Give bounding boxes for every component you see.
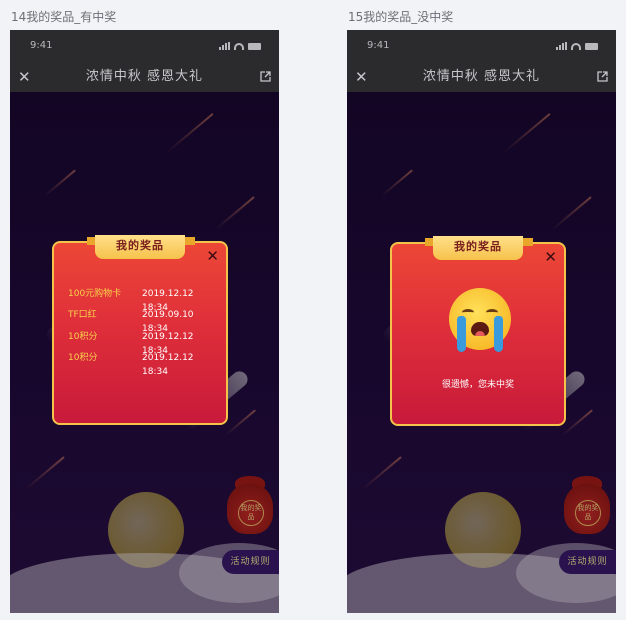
modal-title-ribbon: 我的奖品 [95,235,185,259]
status-time: 9:41 [367,40,390,51]
no-prize-message: 很遗憾，您未中奖 [441,380,514,390]
modal-close-icon[interactable]: ✕ [206,248,219,264]
phone-screen-won: 9:41 ✕ 浓情中秋 感恩大礼 我的奖品 活动规则 我的奖品 ✕ 100元购物… [10,30,279,613]
prize-name: TF口红 [68,310,97,320]
wifi-icon [234,43,244,50]
no-prize-modal: 我的奖品 ✕ 很遗憾，您未中奖 [390,236,566,426]
battery-icon [248,43,261,50]
modal-title: 我的奖品 [454,240,502,253]
nav-bar: ✕ 浓情中秋 感恩大礼 [10,62,279,92]
prize-row: TF口红 2019.09.10 18:34 [68,308,218,334]
share-icon[interactable] [597,71,608,82]
modal-title-ribbon: 我的奖品 [433,236,523,260]
prize-name: 10积分 [68,353,98,363]
wifi-icon [571,43,581,50]
prize-date: 2019.12.12 18:34 [142,353,194,377]
prize-row: 10积分 2019.12.12 18:34 [68,351,218,377]
prize-row: 10积分 2019.12.12 18:34 [68,330,218,356]
modal-title: 我的奖品 [116,239,164,252]
page-title: 浓情中秋 感恩大礼 [422,69,541,84]
status-bar: 9:41 [347,30,616,62]
artboard-label-2: 15我的奖品_没中奖 [348,10,454,24]
prize-name: 10积分 [68,332,98,342]
nav-bar: ✕ 浓情中秋 感恩大礼 [347,62,616,92]
prize-name: 100元购物卡 [68,289,122,299]
phone-screen-lost: 9:41 ✕ 浓情中秋 感恩大礼 我的奖品 活动规则 我的奖品 ✕ 很遗憾，您未… [347,30,616,613]
signal-icon [219,42,230,50]
share-icon[interactable] [260,71,271,82]
page-title: 浓情中秋 感恩大礼 [85,69,204,84]
prize-modal: 我的奖品 ✕ 100元购物卡 2019.12.12 18:34 TF口红 201… [52,235,228,425]
signal-icon [556,42,567,50]
status-time: 9:41 [30,40,53,51]
crying-face-icon [449,288,511,352]
prize-row: 100元购物卡 2019.12.12 18:34 [68,287,218,313]
status-bar: 9:41 [10,30,279,62]
artboard-label-1: 14我的奖品_有中奖 [11,10,117,24]
modal-close-icon[interactable]: ✕ [544,249,557,265]
battery-icon [585,43,598,50]
